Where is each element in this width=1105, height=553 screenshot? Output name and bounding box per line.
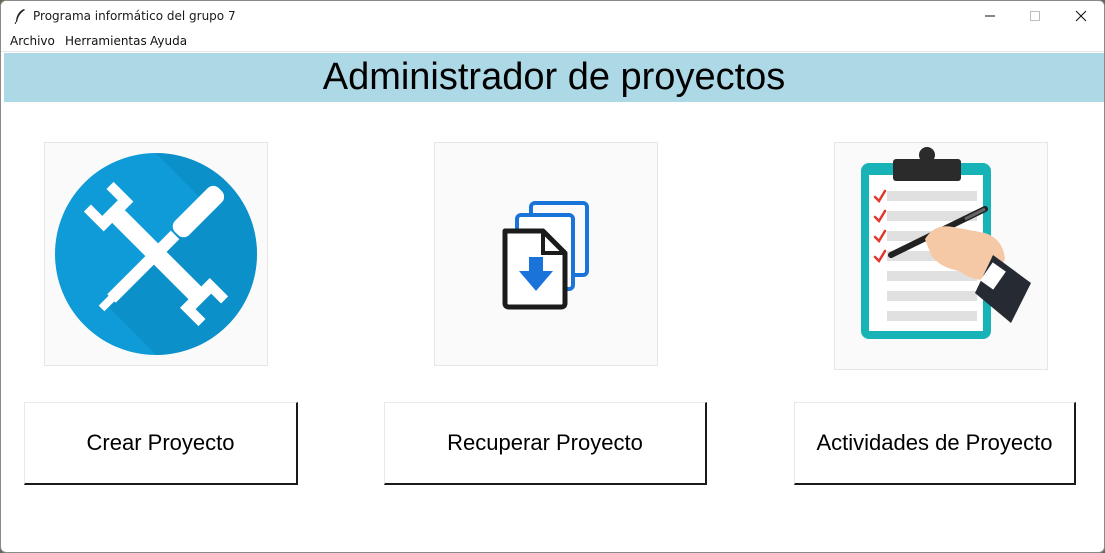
close-icon [1075, 10, 1087, 22]
tools-icon [55, 153, 257, 355]
recuperar-proyecto-button[interactable]: Recuperar Proyecto [384, 402, 707, 485]
maximize-icon [1030, 11, 1040, 21]
minimize-icon [985, 15, 995, 17]
clipboard-checklist-icon [861, 147, 1031, 339]
menu-bar: Archivo Herramientas Ayuda [1, 31, 1104, 52]
page-title: Administrador de proyectos [322, 56, 786, 98]
feather-icon [14, 9, 25, 24]
app-window: Programa informático del grupo 7 Archivo… [0, 0, 1105, 553]
close-button[interactable] [1058, 1, 1104, 31]
menu-archivo[interactable]: Archivo [10, 34, 55, 48]
documents-image [434, 142, 658, 366]
header-band: Administrador de proyectos [4, 53, 1104, 102]
menu-ayuda[interactable]: Ayuda [150, 34, 187, 48]
menu-herramientas[interactable]: Herramientas [65, 34, 147, 48]
maximize-button[interactable] [1012, 1, 1058, 31]
actividades-proyecto-button[interactable]: Actividades de Proyecto [794, 402, 1076, 485]
minimize-button[interactable] [967, 1, 1013, 31]
crear-proyecto-button[interactable]: Crear Proyecto [24, 402, 298, 485]
documents-download-icon [502, 201, 589, 310]
tools-image [44, 142, 268, 366]
title-bar[interactable]: Programa informático del grupo 7 [1, 1, 1104, 31]
window-title: Programa informático del grupo 7 [33, 9, 236, 23]
clipboard-image [834, 142, 1048, 370]
